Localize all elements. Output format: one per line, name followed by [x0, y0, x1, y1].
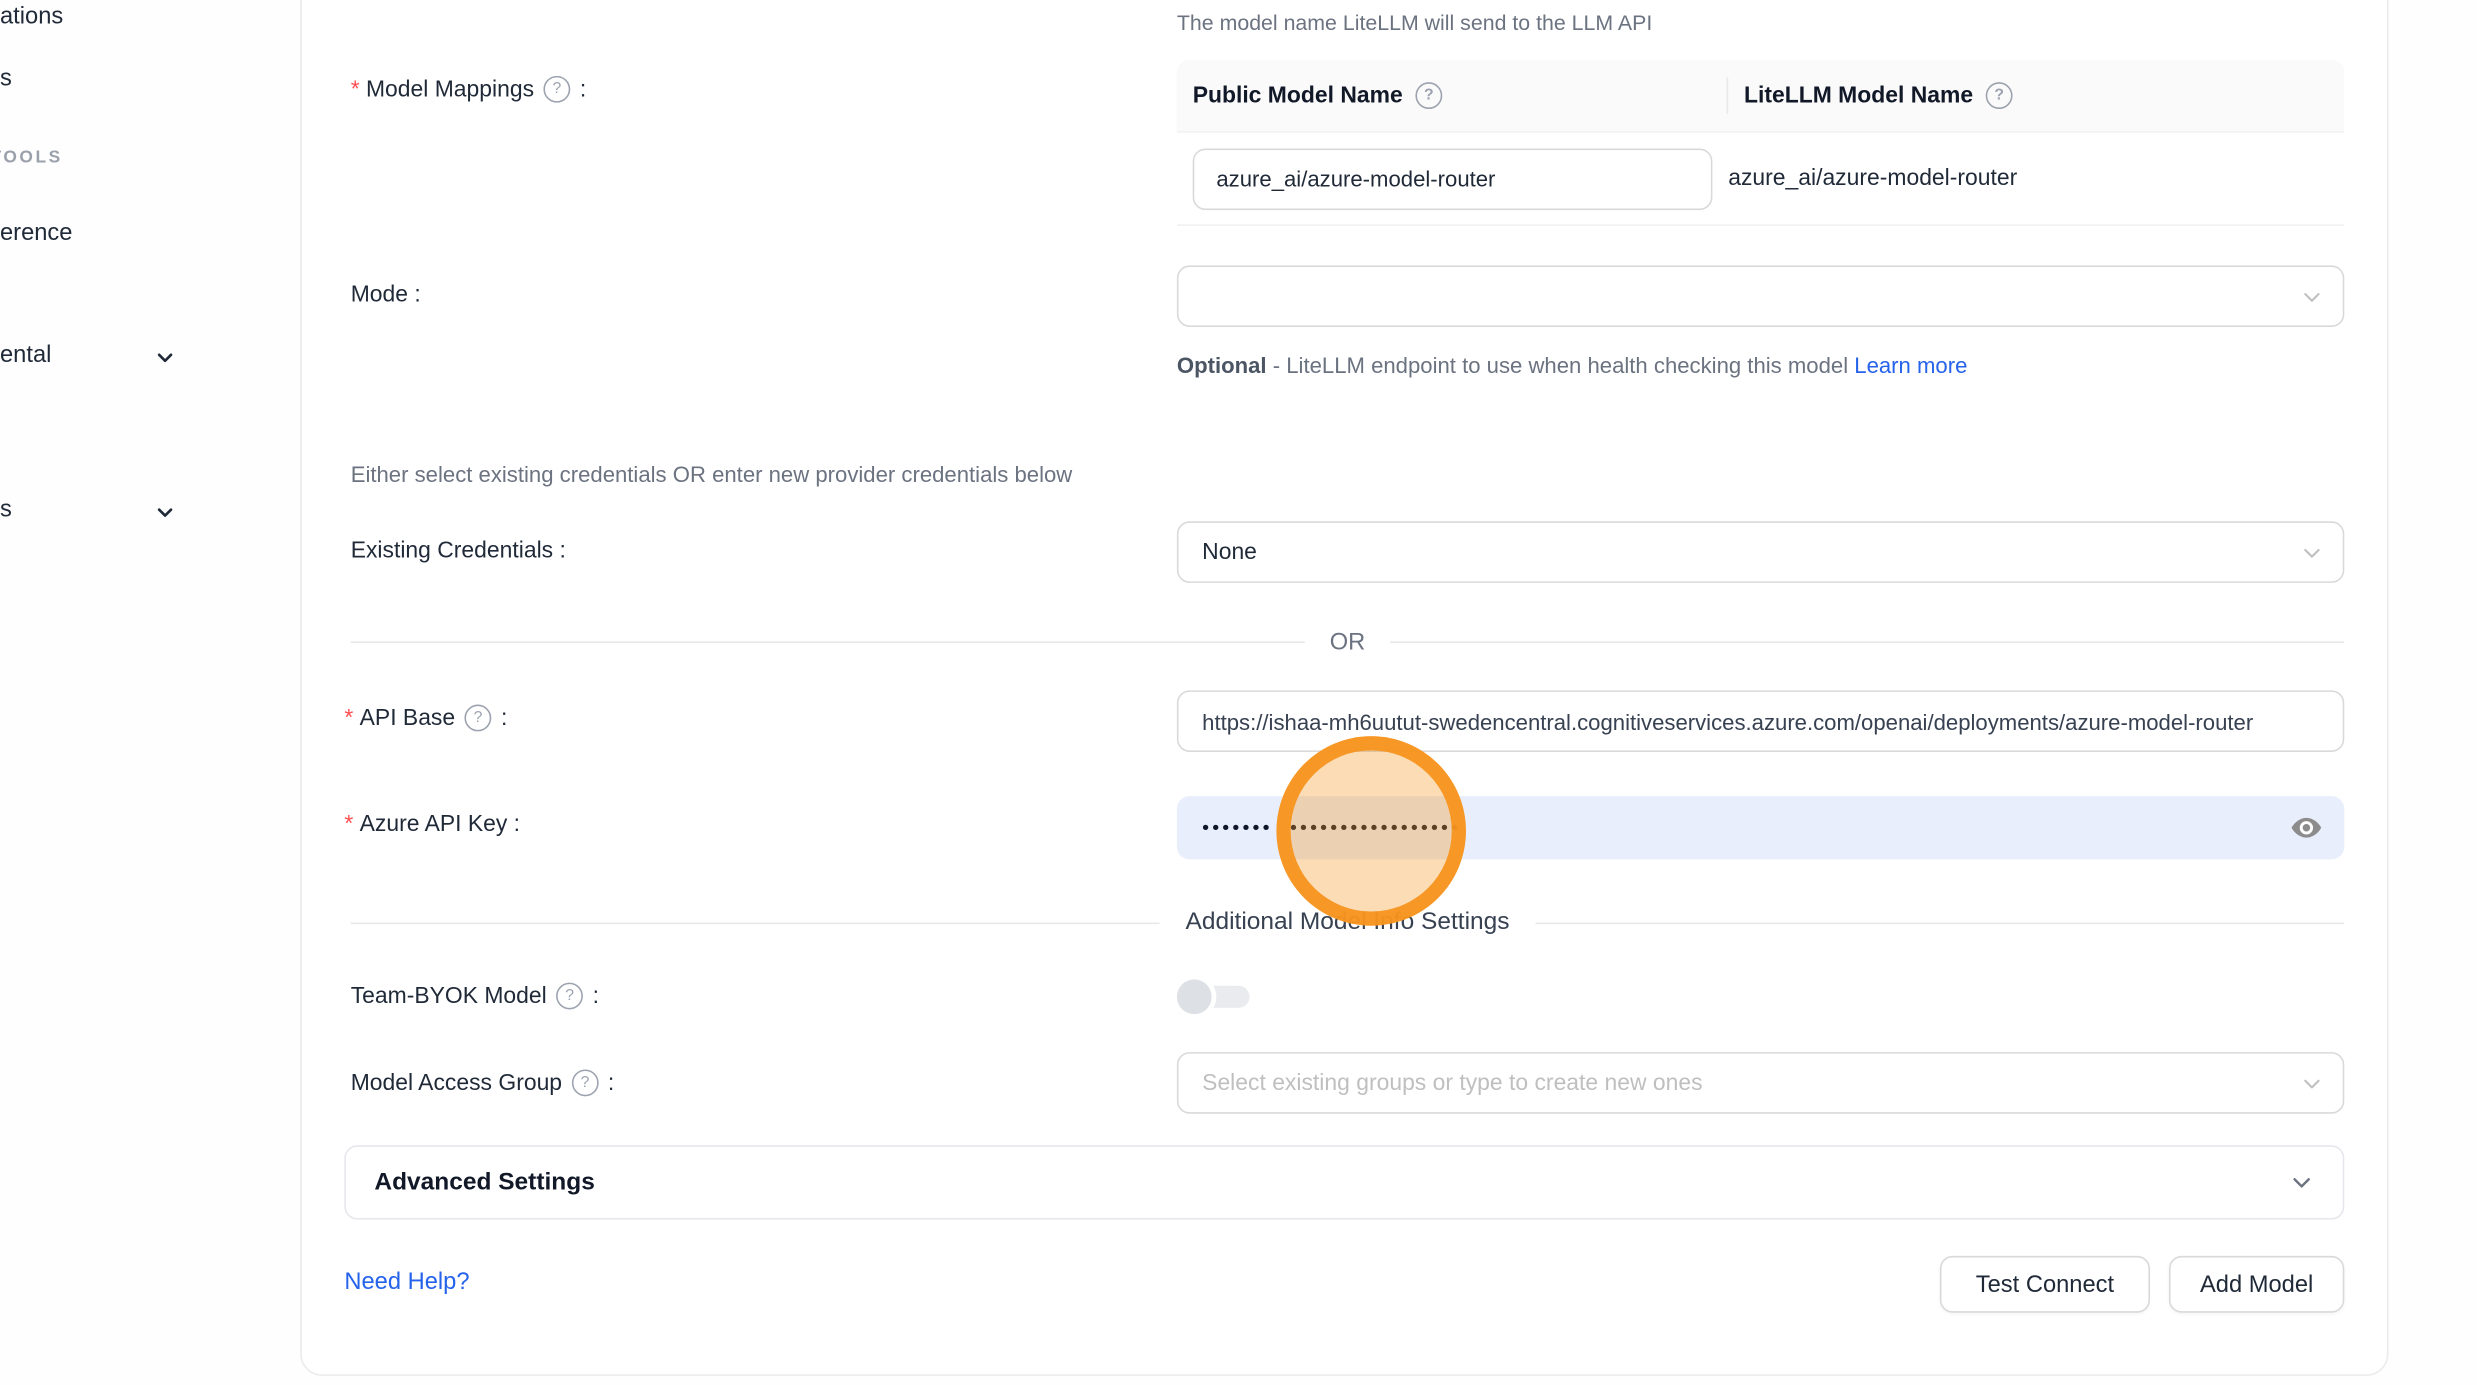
- team-byok-toggle[interactable]: [1177, 979, 1250, 1014]
- api-base-input[interactable]: [1177, 690, 2344, 752]
- sidebar-item-organizations[interactable]: ations: [0, 3, 63, 30]
- mode-hint-prefix: Optional: [1177, 352, 1267, 377]
- public-model-name-header: Public Model Name: [1193, 83, 1403, 108]
- need-help-link[interactable]: Need Help?: [344, 1269, 469, 1296]
- additional-settings-divider: Additional Model Info Settings: [351, 908, 2345, 936]
- api-base-label: * API Base ? :: [344, 705, 507, 732]
- chevron-down-icon: [153, 346, 177, 370]
- divider-line: [1391, 641, 2345, 643]
- existing-credentials-label-text: Existing Credentials: [351, 539, 553, 564]
- model-mappings-label-text: Model Mappings: [366, 77, 534, 102]
- chevron-down-icon: [2300, 1073, 2324, 1097]
- divider-line: [1535, 922, 2345, 924]
- api-base-label-text: API Base: [360, 705, 455, 730]
- team-byok-label: Team-BYOK Model ? :: [351, 983, 599, 1010]
- masked-api-key: ••••••• •••••••••••••••••: [1202, 796, 1461, 859]
- litellm-model-name-value: azure_ai/azure-model-router: [1712, 166, 2017, 191]
- mode-hint: Optional - LiteLLM endpoint to use when …: [1177, 346, 1979, 385]
- credentials-hint: Either select existing credentials OR en…: [351, 461, 1073, 486]
- add-model-button[interactable]: Add Model: [2169, 1256, 2344, 1313]
- table-row: azure_ai/azure-model-router: [1177, 133, 2344, 226]
- colon: :: [514, 812, 520, 837]
- azure-api-key-input[interactable]: ••••••• •••••••••••••••••: [1177, 796, 2344, 859]
- required-marker: *: [351, 77, 360, 102]
- test-connect-button[interactable]: Test Connect: [1940, 1256, 2150, 1313]
- required-marker: *: [344, 812, 353, 837]
- colon: :: [501, 705, 507, 730]
- page: ations s TOOLS erence ental s The model …: [0, 0, 2477, 1385]
- mode-select[interactable]: [1177, 265, 2344, 327]
- chevron-down-icon: [2300, 542, 2324, 566]
- mode-label: Mode :: [351, 283, 421, 308]
- sidebar-item-reference[interactable]: erence: [0, 220, 72, 247]
- existing-credentials-label: Existing Credentials :: [351, 539, 566, 564]
- azure-api-key-label: * Azure API Key :: [344, 812, 520, 837]
- existing-credentials-select[interactable]: None: [1177, 521, 2344, 583]
- sidebar-item-settings[interactable]: s: [0, 496, 12, 523]
- learn-more-link[interactable]: Learn more: [1854, 352, 1967, 377]
- mode-hint-text: - LiteLLM endpoint to use when health ch…: [1267, 352, 1855, 377]
- model-mappings-label: * Model Mappings ? :: [351, 76, 587, 103]
- column-divider: [1727, 77, 1729, 113]
- or-divider: OR: [351, 629, 2345, 656]
- divider-line: [351, 641, 1305, 643]
- help-icon[interactable]: ?: [1415, 82, 1442, 109]
- team-byok-label-text: Team-BYOK Model: [351, 983, 547, 1008]
- additional-settings-divider-text: Additional Model Info Settings: [1160, 908, 1535, 936]
- azure-api-key-label-text: Azure API Key: [360, 812, 508, 837]
- colon: :: [593, 983, 599, 1008]
- toggle-knob: [1177, 979, 1212, 1014]
- chevron-down-icon: [153, 501, 177, 525]
- model-access-group-placeholder: Select existing groups or type to create…: [1202, 1070, 1702, 1095]
- help-icon[interactable]: ?: [544, 76, 571, 103]
- model-access-group-label-text: Model Access Group: [351, 1070, 562, 1095]
- model-name-hint: The model name LiteLLM will send to the …: [1177, 11, 1652, 35]
- colon: :: [580, 77, 586, 102]
- or-divider-text: OR: [1304, 629, 1390, 656]
- help-icon[interactable]: ?: [465, 705, 492, 732]
- help-icon[interactable]: ?: [572, 1069, 599, 1096]
- sidebar-item[interactable]: s: [0, 65, 12, 92]
- required-marker: *: [344, 705, 353, 730]
- sidebar-section-tools: TOOLS: [0, 148, 63, 167]
- existing-credentials-value: None: [1202, 539, 1257, 564]
- colon: :: [559, 539, 565, 564]
- public-model-name-input[interactable]: [1193, 148, 1713, 210]
- eye-icon[interactable]: [2289, 810, 2324, 845]
- model-access-group-label: Model Access Group ? :: [351, 1069, 615, 1096]
- model-access-group-select[interactable]: Select existing groups or type to create…: [1177, 1052, 2344, 1114]
- advanced-settings-panel[interactable]: Advanced Settings: [344, 1145, 2344, 1219]
- chevron-down-icon: [2289, 1170, 2314, 1195]
- colon: :: [608, 1070, 614, 1095]
- model-mappings-table: Public Model Name ? LiteLLM Model Name ?…: [1177, 60, 2344, 226]
- chevron-down-icon: [2300, 286, 2324, 310]
- help-icon[interactable]: ?: [556, 983, 583, 1010]
- sidebar-item-experimental[interactable]: ental: [0, 341, 51, 368]
- advanced-settings-label: Advanced Settings: [374, 1168, 594, 1196]
- litellm-model-name-header: LiteLLM Model Name: [1744, 83, 1973, 108]
- colon: :: [414, 283, 420, 308]
- divider-line: [351, 922, 1161, 924]
- table-header: Public Model Name ? LiteLLM Model Name ?: [1177, 60, 2344, 133]
- help-icon[interactable]: ?: [1986, 82, 2013, 109]
- mode-label-text: Mode: [351, 283, 408, 308]
